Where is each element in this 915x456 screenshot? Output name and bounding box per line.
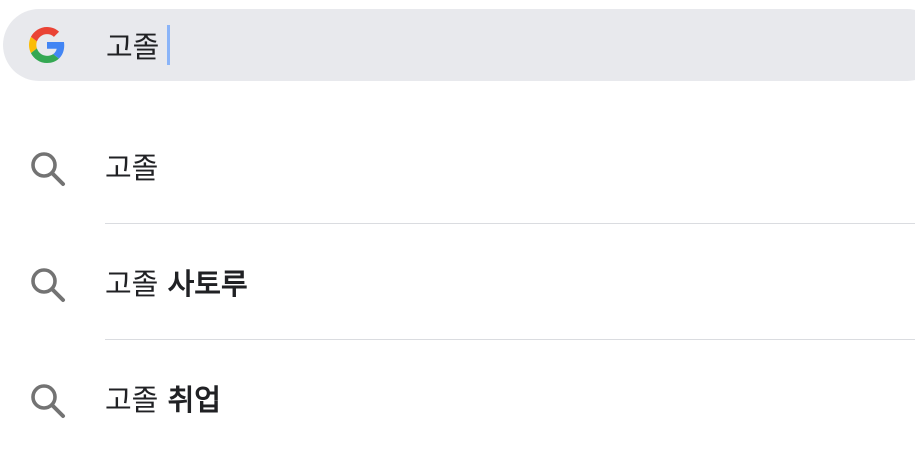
suggestion-completion: 취업 xyxy=(167,383,221,417)
suggestion-item[interactable]: 고졸 취업 xyxy=(0,340,915,456)
search-bar[interactable]: 고졸 xyxy=(3,9,915,81)
suggestion-prefix: 고졸 xyxy=(105,151,159,185)
search-icon xyxy=(29,266,67,304)
suggestion-label: 고졸 사토루 xyxy=(105,224,248,340)
suggestion-item[interactable]: 고졸 사토루 xyxy=(0,224,915,340)
text-cursor xyxy=(167,25,171,65)
google-g-icon xyxy=(29,27,65,63)
suggestion-prefix: 고졸 xyxy=(105,383,159,417)
search-icon xyxy=(29,150,67,188)
search-icon xyxy=(29,382,67,420)
search-input[interactable]: 고졸 xyxy=(106,24,159,66)
suggestion-label: 고졸 취업 xyxy=(105,340,221,456)
suggestion-item[interactable]: 고졸 xyxy=(0,108,915,224)
suggestion-completion: 사토루 xyxy=(167,267,248,301)
suggestion-list: 고졸 고졸 사토루 고졸 취업 xyxy=(0,108,915,456)
suggestion-prefix: 고졸 xyxy=(105,267,159,301)
suggestion-label: 고졸 xyxy=(105,108,158,224)
